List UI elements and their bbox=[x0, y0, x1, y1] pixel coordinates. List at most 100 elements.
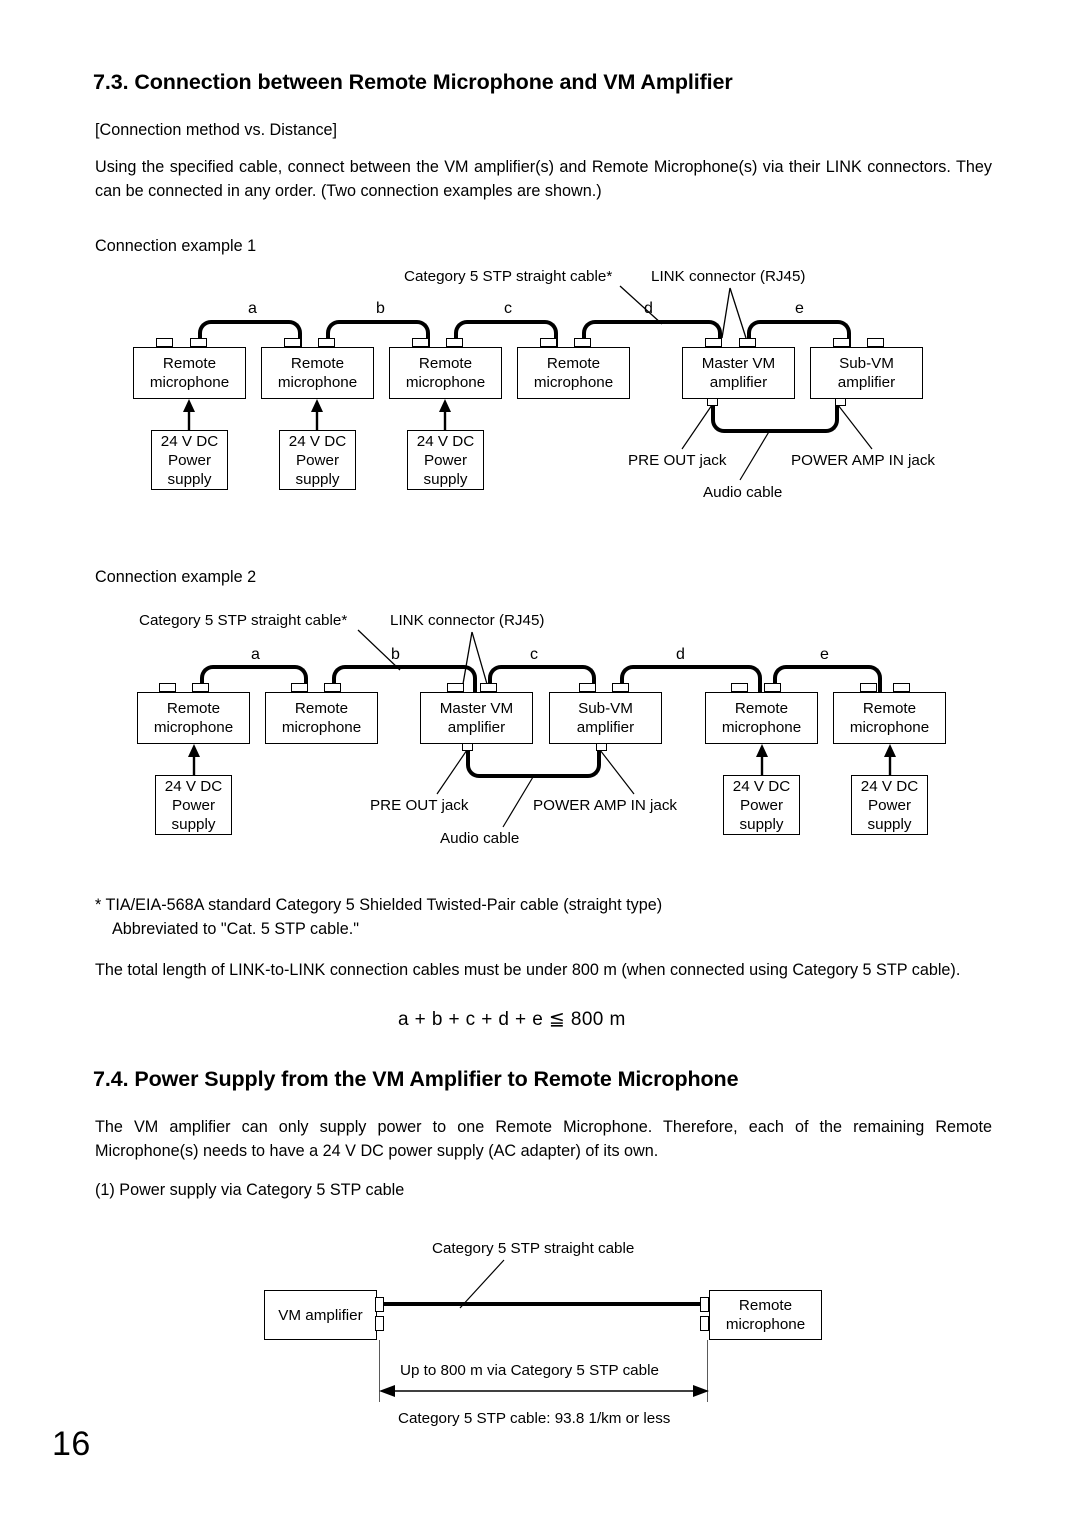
diagram1-device-6-line1: Sub-VM bbox=[839, 355, 894, 372]
diagram2-power-supply-2: 24 V DC Power supply bbox=[723, 775, 800, 835]
diagram2-device-3-pre-out-jack bbox=[462, 743, 473, 751]
diagram2-segment-label-d: d bbox=[676, 646, 685, 663]
diagram2-power-supply-2-line1: 24 V DC bbox=[732, 777, 791, 795]
diagram2-power-supply-1-line2: Power bbox=[171, 796, 216, 814]
diagram1-segment-label-a: a bbox=[248, 300, 257, 317]
section-74-item-1: (1) Power supply via Category 5 STP cabl… bbox=[95, 1181, 405, 1199]
diagram1-power-supply-3-line1: 24 V DC bbox=[416, 432, 475, 450]
diagram2-pre-out-leader bbox=[436, 749, 468, 795]
diagram2-segment-label-c: c bbox=[530, 646, 538, 663]
diagram3-distance-label: Up to 800 m via Category 5 STP cable bbox=[400, 1362, 659, 1379]
diagram2-power-supply-1: 24 V DC Power supply bbox=[155, 775, 232, 835]
diagram1-device-2-jack-left bbox=[284, 338, 301, 347]
cable-length-formula: a + b + c + d + e ≦ 800 m bbox=[398, 1009, 626, 1030]
diagram3-cable-leader-line bbox=[459, 1259, 505, 1309]
diagram2-link-connector-callout: LINK connector (RJ45) bbox=[390, 612, 545, 629]
diagram1-device-2-jack-right bbox=[318, 338, 335, 347]
diagram2-device-4-jack-left bbox=[579, 683, 596, 692]
diagram2-device-3-line1: Master VM bbox=[439, 700, 514, 717]
diagram1-pre-out-leader bbox=[681, 404, 713, 450]
diagram2-device-2-jack-right bbox=[324, 683, 341, 692]
footnote-line-2: Abbreviated to "Cat. 5 STP cable." bbox=[112, 920, 359, 938]
diagram1-segment-label-e: e bbox=[795, 300, 804, 317]
diagram1-power-supply-1-line2: Power bbox=[167, 451, 212, 469]
diagram1-device-1-line1: Remote bbox=[162, 355, 217, 372]
diagram2-segment-label-e: e bbox=[820, 646, 829, 663]
diagram2-device-2-jack-left bbox=[291, 683, 308, 692]
diagram2-power-supply-3: 24 V DC Power supply bbox=[851, 775, 928, 835]
diagram1-power-supply-1-line1: 24 V DC bbox=[160, 432, 219, 450]
diagram3-distance-arrow bbox=[379, 1385, 709, 1397]
diagram3-remote-microphone-line2: microphone bbox=[725, 1316, 806, 1333]
diagram3-vm-amplifier-jack-bottom bbox=[375, 1316, 384, 1331]
diagram1-device-6-jack-left bbox=[833, 338, 850, 347]
diagram2-device-3: Master VM amplifier bbox=[420, 692, 533, 744]
diagram1-device-5-line1: Master VM bbox=[701, 355, 776, 372]
diagram1-power-supply-2-line2: Power bbox=[295, 451, 340, 469]
diagram3-remote-microphone: Remote microphone bbox=[709, 1290, 822, 1340]
diagram1-pre-out-label: PRE OUT jack bbox=[628, 452, 727, 469]
diagram3-remote-microphone-line1: Remote bbox=[738, 1297, 793, 1314]
diagram1-power-amp-in-label: POWER AMP IN jack bbox=[791, 452, 936, 469]
diagram2-device-5-line1: Remote bbox=[734, 700, 789, 717]
diagram2-device-1: Remote microphone bbox=[137, 692, 250, 744]
diagram1-link-connector-leader-lines bbox=[721, 287, 747, 339]
diagram1-device-2: Remote microphone bbox=[261, 347, 374, 399]
diagram1-segment-label-d: d bbox=[644, 300, 653, 317]
diagram2-device-4-line1: Sub-VM bbox=[578, 700, 633, 717]
diagram1-device-5-line2: amplifier bbox=[709, 374, 768, 391]
diagram1-link-connector-callout: LINK connector (RJ45) bbox=[651, 268, 806, 285]
diagram2-audio-cable bbox=[466, 745, 601, 778]
diagram1-device-1-jack-left bbox=[156, 338, 173, 347]
diagram2-device-1-jack-right bbox=[192, 683, 209, 692]
diagram1-power-arrow-2 bbox=[311, 399, 323, 433]
diagram1-device-3-line2: microphone bbox=[405, 374, 486, 391]
diagram2-power-amp-in-label: POWER AMP IN jack bbox=[533, 797, 678, 814]
diagram3-vm-amplifier-label: VM amplifier bbox=[278, 1306, 363, 1324]
diagram1-device-5-jack-right bbox=[739, 338, 756, 347]
diagram3-vm-amplifier-jack-top bbox=[375, 1297, 384, 1312]
diagram1-power-supply-2-line3: supply bbox=[295, 470, 340, 488]
diagram1-segment-label-c: c bbox=[504, 300, 512, 317]
diagram2-cable-leader-line bbox=[357, 629, 401, 671]
diagram2-device-3-jack-left bbox=[447, 683, 464, 692]
diagram2-device-3-line2: amplifier bbox=[447, 719, 506, 736]
footnote-line-1: * TIA/EIA-568A standard Category 5 Shiel… bbox=[95, 896, 663, 914]
diagram3-cable-line bbox=[384, 1302, 709, 1307]
diagram2-device-4-jack-right bbox=[612, 683, 629, 692]
diagram1-power-supply-3: 24 V DC Power supply bbox=[407, 430, 484, 490]
diagram1-device-5-jack-left bbox=[705, 338, 722, 347]
document-page: 7.3. Connection between Remote Microphon… bbox=[0, 0, 1080, 1528]
diagram2-device-4-line2: amplifier bbox=[576, 719, 635, 736]
section-74-body: The VM amplifier can only supply power t… bbox=[95, 1118, 992, 1160]
diagram2-audio-cable-leader bbox=[502, 776, 534, 828]
diagram2-power-amp-in-leader bbox=[599, 749, 635, 795]
diagram1-power-arrow-3 bbox=[439, 399, 451, 433]
diagram2-cable-callout: Category 5 STP straight cable* bbox=[139, 612, 348, 629]
diagram1-audio-cable bbox=[711, 400, 839, 433]
diagram1-device-6-jack-right bbox=[867, 338, 884, 347]
diagram1-device-3-jack-left bbox=[412, 338, 429, 347]
diagram2-segment-label-a: a bbox=[251, 646, 260, 663]
diagram1-power-supply-1-line3: supply bbox=[167, 470, 212, 488]
diagram3-cable-callout: Category 5 STP straight cable bbox=[432, 1240, 635, 1257]
diagram1-power-supply-3-line3: supply bbox=[423, 470, 468, 488]
diagram2-device-5-jack-left bbox=[731, 683, 748, 692]
diagram2-power-supply-2-line2: Power bbox=[739, 796, 784, 814]
total-length-note: The total length of LINK-to-LINK connect… bbox=[95, 961, 961, 979]
diagram1-device-1-jack-right bbox=[190, 338, 207, 347]
diagram2-device-2-line1: Remote bbox=[294, 700, 349, 717]
diagram1-power-arrow-1 bbox=[183, 399, 195, 433]
diagram1-segment-label-b: b bbox=[376, 300, 385, 317]
diagram1-device-4-line2: microphone bbox=[533, 374, 614, 391]
diagram1-device-1: Remote microphone bbox=[133, 347, 246, 399]
diagram1-device-2-line2: microphone bbox=[277, 374, 358, 391]
section-74-heading: 7.4. Power Supply from the VM Amplifier … bbox=[93, 1067, 739, 1091]
diagram3-resistance-note: Category 5 STP cable: 93.8 1/km or less bbox=[398, 1410, 671, 1427]
diagram2-device-2: Remote microphone bbox=[265, 692, 378, 744]
diagram2-power-supply-3-line3: supply bbox=[867, 815, 912, 833]
diagram1-power-supply-2-line1: 24 V DC bbox=[288, 432, 347, 450]
diagram2-power-arrow-1 bbox=[188, 744, 200, 778]
diagram1-audio-cable-label: Audio cable bbox=[703, 484, 783, 501]
diagram2-power-supply-1-line1: 24 V DC bbox=[164, 777, 223, 795]
